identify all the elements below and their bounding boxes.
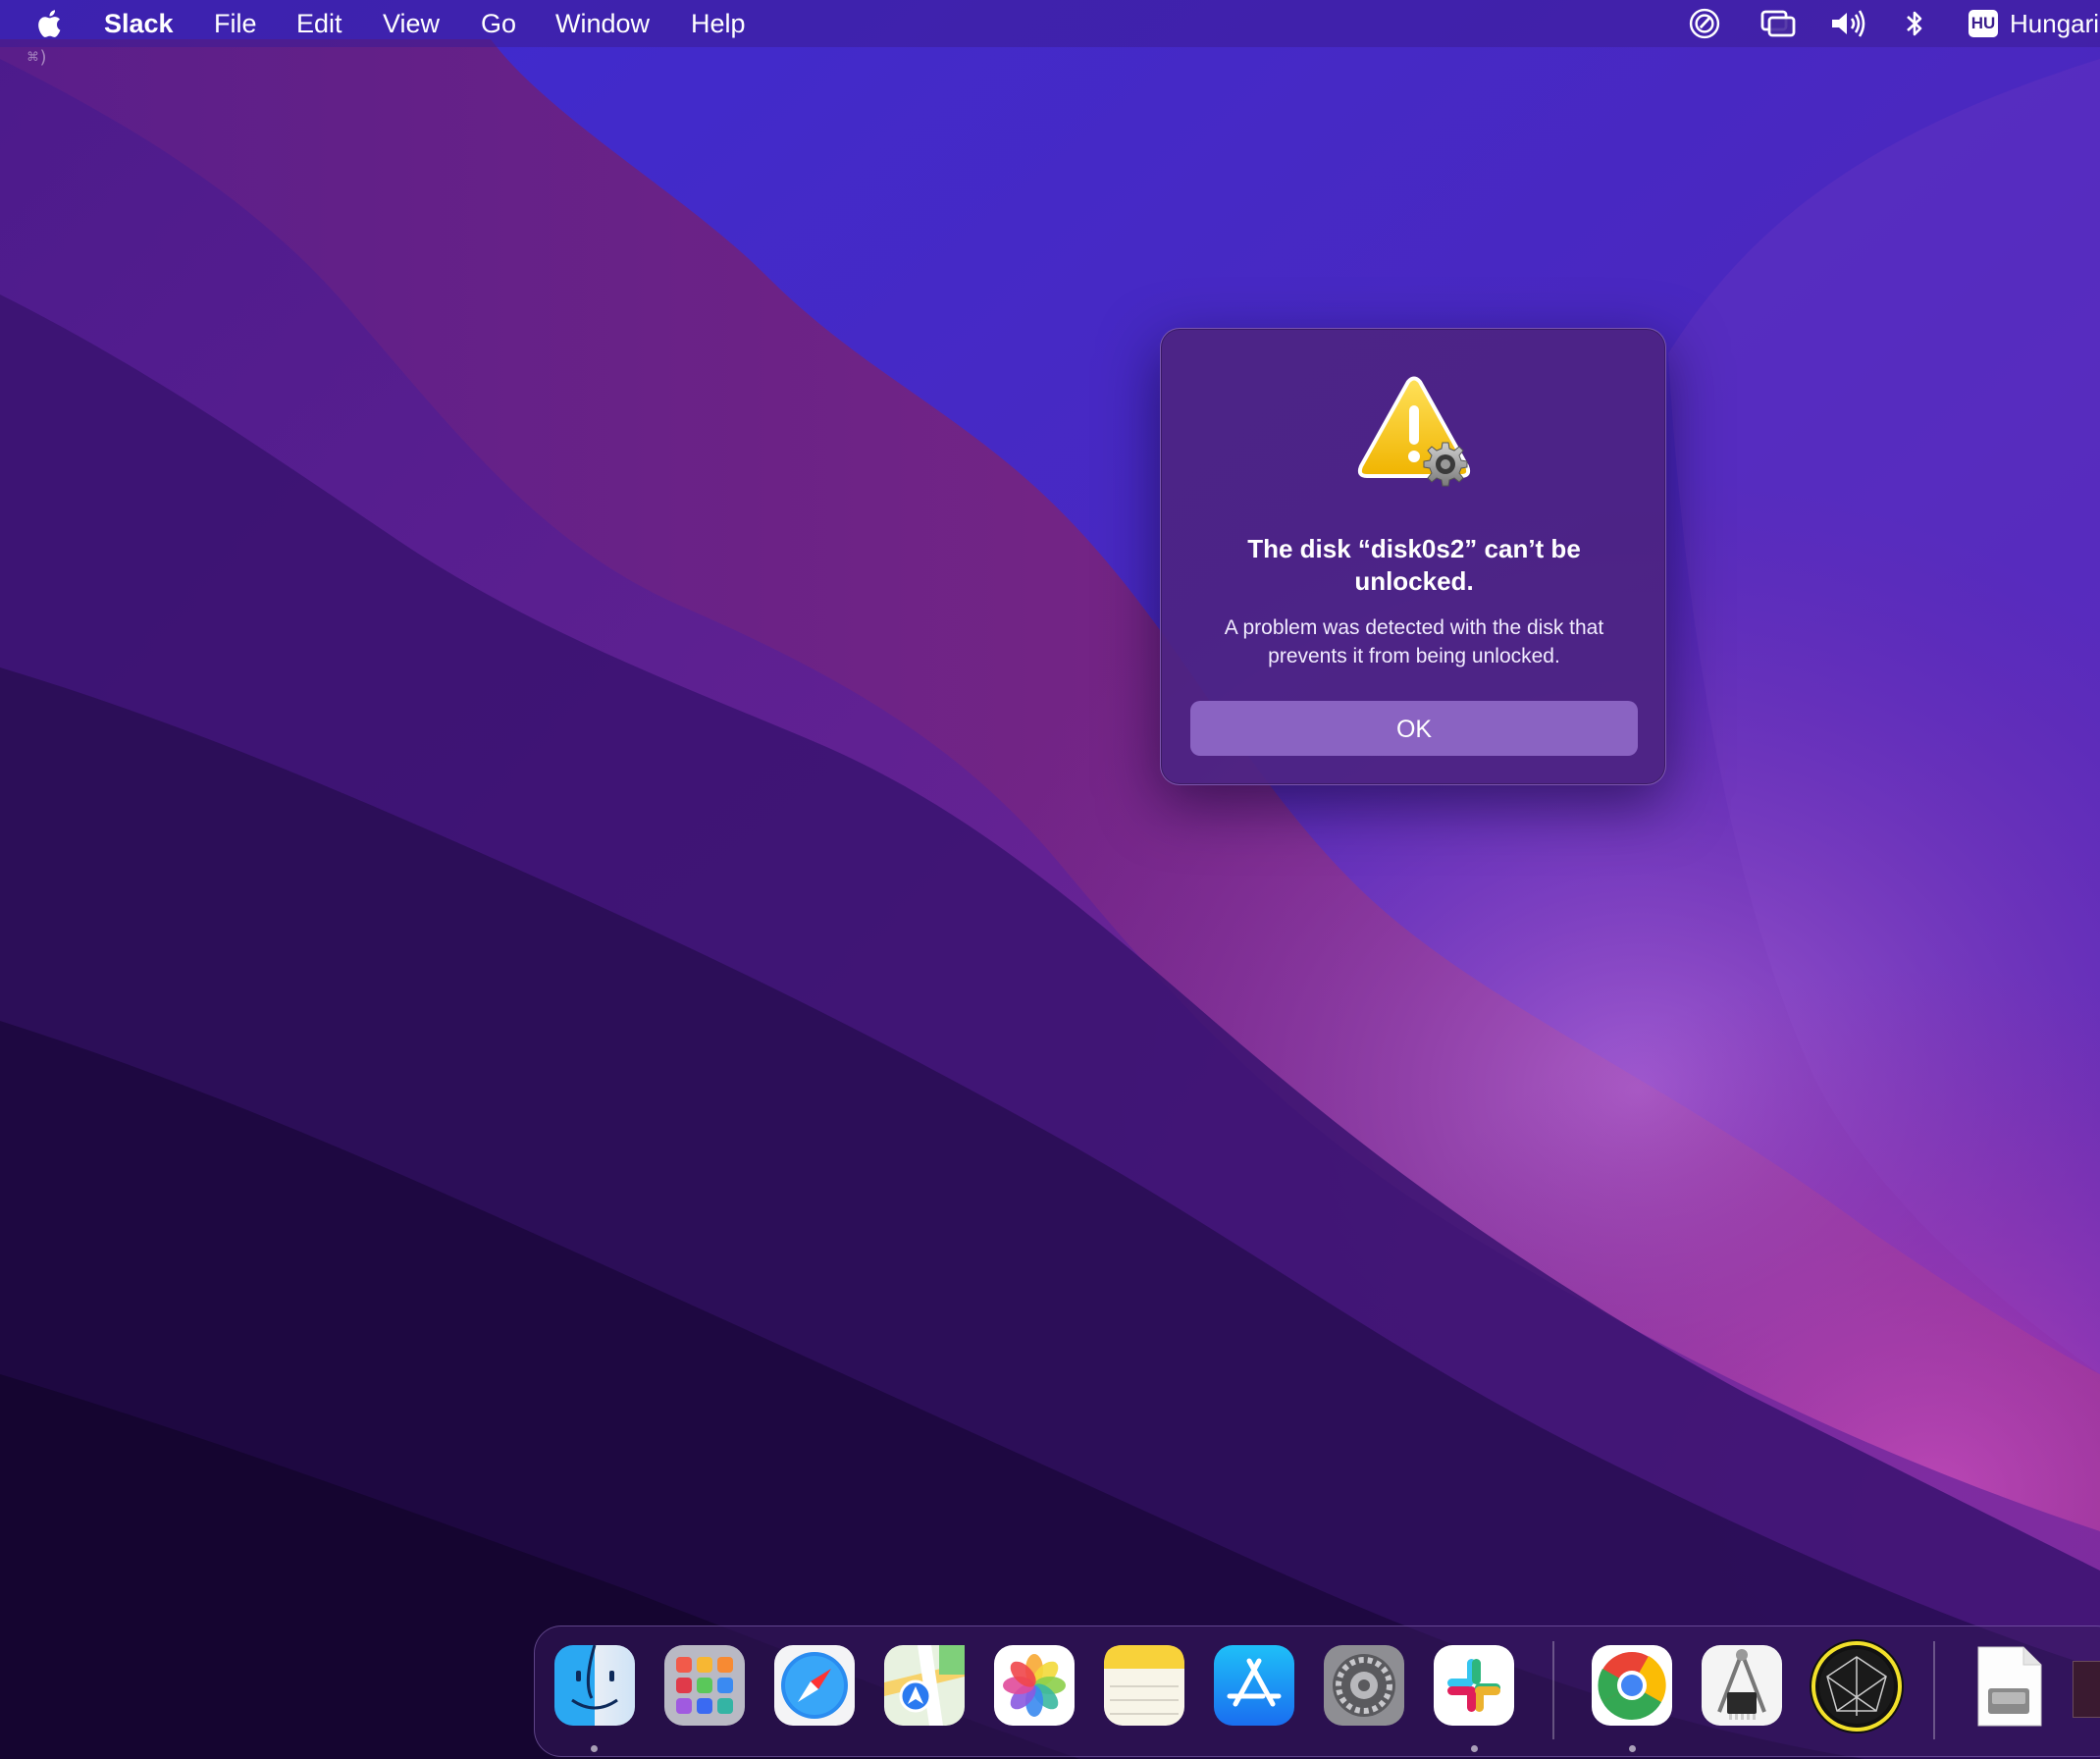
focus-icon[interactable] <box>1682 8 1727 39</box>
dialog-message: A problem was detected with the disk tha… <box>1224 616 1604 667</box>
screen-mirroring-icon[interactable] <box>1760 8 1796 39</box>
menu-window[interactable]: Window <box>555 0 650 47</box>
launchpad-icon[interactable] <box>662 1643 747 1728</box>
bluetooth-icon[interactable] <box>1904 8 1925 39</box>
disk-image-icon[interactable] <box>1972 1643 2045 1728</box>
notes-icon[interactable] <box>1102 1643 1186 1728</box>
finder-icon[interactable] <box>552 1643 637 1728</box>
volume-icon[interactable] <box>1829 8 1868 39</box>
menu-app-slack[interactable]: Slack <box>104 0 174 47</box>
ok-button[interactable]: OK <box>1190 701 1638 756</box>
maps-icon[interactable] <box>882 1643 967 1728</box>
app-store-icon[interactable] <box>1212 1643 1296 1728</box>
warning-gear-icon <box>1357 376 1471 487</box>
safari-icon[interactable] <box>772 1643 857 1728</box>
menu-go[interactable]: Go <box>481 0 516 47</box>
input-source-badge[interactable]: HU <box>1969 10 1998 37</box>
dock-separator <box>1933 1641 1935 1739</box>
dialog-title: The disk “disk0s2” can’t be unlocked. <box>1247 534 1581 596</box>
finder-running-dot <box>591 1745 598 1752</box>
trash-partial-icon[interactable] <box>2073 1661 2100 1718</box>
menu-help[interactable]: Help <box>691 0 746 47</box>
keyboard-hint: ⌘) <box>27 47 49 68</box>
chrome-icon[interactable] <box>1590 1643 1674 1728</box>
chrome-running-dot <box>1629 1745 1636 1752</box>
system-preferences-icon[interactable] <box>1322 1643 1406 1728</box>
dock-separator <box>1552 1641 1554 1739</box>
menu-edit[interactable]: Edit <box>296 0 342 47</box>
system-information-icon[interactable] <box>1700 1643 1784 1728</box>
menu-view[interactable]: View <box>383 0 440 47</box>
input-source-label[interactable]: Hungarian <box>2010 0 2100 47</box>
apple-icon[interactable] <box>35 6 67 41</box>
photos-icon[interactable] <box>992 1643 1076 1728</box>
slack-running-dot <box>1471 1745 1478 1752</box>
radar-icon[interactable] <box>1808 1637 1906 1735</box>
slack-icon[interactable] <box>1432 1643 1516 1728</box>
desktop-wallpaper <box>0 0 2100 1759</box>
alert-dialog: The disk “disk0s2” can’t be unlocked. A … <box>1160 328 1666 785</box>
menu-bar: Slack File Edit View Go Window Help HU H… <box>0 0 2100 47</box>
menu-file[interactable]: File <box>214 0 257 47</box>
